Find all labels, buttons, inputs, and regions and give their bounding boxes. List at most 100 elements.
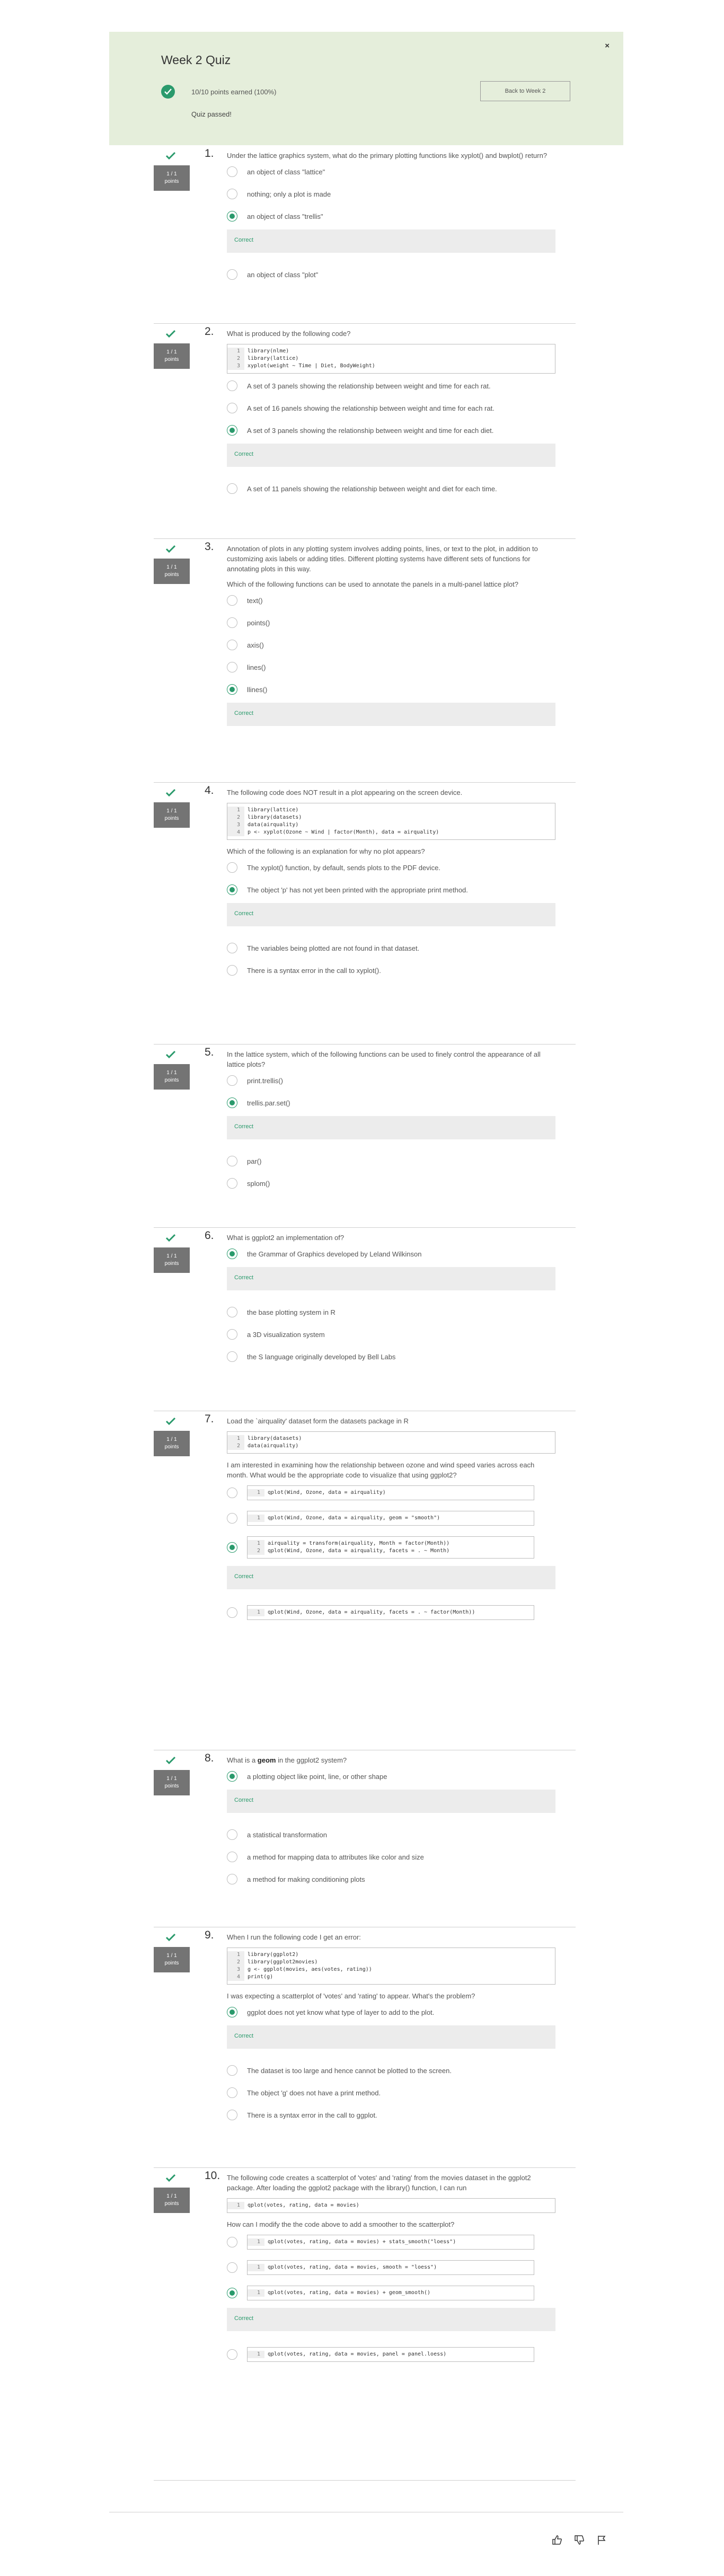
answer-option[interactable]: 1 qplot(Wind, Ozone, data = airquality, g… bbox=[227, 1511, 555, 1526]
answer-option[interactable]: The variables being plotted are not foun… bbox=[227, 942, 555, 954]
radio-button[interactable] bbox=[227, 595, 237, 606]
radio-button[interactable] bbox=[227, 483, 237, 494]
answer-option[interactable]: an object of class "lattice" bbox=[227, 166, 555, 178]
answer-option[interactable]: A set of 3 panels showing the relationsh… bbox=[227, 424, 555, 436]
radio-selected[interactable] bbox=[227, 211, 237, 222]
radio-button[interactable] bbox=[227, 1488, 237, 1498]
radio-button[interactable] bbox=[227, 189, 237, 199]
answer-option[interactable]: 1 qplot(votes, rating, data = movies, smo… bbox=[227, 2260, 555, 2275]
answer-option[interactable]: There is a syntax error in the call to x… bbox=[227, 964, 555, 976]
answer-option[interactable]: a statistical transformation bbox=[227, 1829, 555, 1840]
answer-option[interactable]: a 3D visualization system bbox=[227, 1329, 555, 1340]
radio-button[interactable] bbox=[227, 2087, 237, 2098]
answer-option[interactable]: the Grammar of Graphics developed by Lel… bbox=[227, 1248, 555, 1260]
radio-button[interactable] bbox=[227, 1852, 237, 1862]
radio-button[interactable] bbox=[227, 1075, 237, 1086]
radio-button[interactable] bbox=[227, 1513, 237, 1524]
answer-option[interactable]: The object 'p' has not yet been printed … bbox=[227, 884, 555, 896]
answer-option[interactable]: nothing; only a plot is made bbox=[227, 188, 555, 200]
radio-button[interactable] bbox=[227, 862, 237, 873]
answer-option[interactable]: a method for mapping data to attributes … bbox=[227, 1851, 555, 1863]
answer-option[interactable]: axis() bbox=[227, 639, 555, 651]
answer-option[interactable]: A set of 16 panels showing the relations… bbox=[227, 402, 555, 414]
answer-option[interactable]: points() bbox=[227, 617, 555, 628]
radio-button[interactable] bbox=[227, 403, 237, 413]
answer-option[interactable]: lines() bbox=[227, 661, 555, 673]
flag-icon[interactable] bbox=[596, 2534, 607, 2546]
code-block: 1 qplot(votes, rating, data = movies, pan… bbox=[247, 2347, 534, 2362]
radio-button[interactable] bbox=[227, 380, 237, 391]
radio-button[interactable] bbox=[227, 1156, 237, 1166]
radio-button[interactable] bbox=[227, 1829, 237, 1840]
radio-button[interactable] bbox=[227, 1874, 237, 1884]
answer-option[interactable]: The dataset is too large and hence canno… bbox=[227, 2065, 555, 2076]
answer-option[interactable]: 1 qplot(votes, rating, data = movies, pan… bbox=[227, 2347, 555, 2362]
answer-option[interactable]: The object 'g' does not have a print met… bbox=[227, 2087, 555, 2099]
radio-selected[interactable] bbox=[227, 884, 237, 895]
radio-button[interactable] bbox=[227, 2237, 237, 2247]
radio-button[interactable] bbox=[227, 269, 237, 280]
answer-option[interactable]: an object of class "plot" bbox=[227, 269, 555, 280]
option-label: a statistical transformation bbox=[247, 1830, 328, 1839]
code-text: qplot(votes, rating, data = movies) bbox=[248, 2202, 359, 2208]
radio-button[interactable] bbox=[227, 2349, 237, 2360]
answer-option[interactable]: There is a syntax error in the call to g… bbox=[227, 2109, 555, 2121]
radio-button[interactable] bbox=[227, 1351, 237, 1362]
radio-button[interactable] bbox=[227, 2110, 237, 2120]
radio-button[interactable] bbox=[227, 1178, 237, 1189]
radio-button[interactable] bbox=[227, 1307, 237, 1317]
code-text: qplot(Wind, Ozone, data = airquality, fa… bbox=[268, 1548, 450, 1554]
answer-option[interactable]: The xyplot() function, by default, sends… bbox=[227, 862, 555, 873]
radio-selected[interactable] bbox=[227, 2007, 237, 2017]
answer-option[interactable]: the S language originally developed by B… bbox=[227, 1351, 555, 1362]
answer-option[interactable]: 1 qplot(votes, rating, data = movies) + g… bbox=[227, 2286, 555, 2300]
points-badge: 1 / 1 points bbox=[154, 1247, 190, 1273]
check-icon bbox=[165, 330, 176, 341]
code-text: library(nlme) bbox=[248, 348, 289, 354]
radio-button[interactable] bbox=[227, 662, 237, 672]
radio-button[interactable] bbox=[227, 965, 237, 976]
answer-option[interactable]: a method for making conditioning plots bbox=[227, 1873, 555, 1885]
radio-button[interactable] bbox=[227, 1607, 237, 1618]
close-icon[interactable]: × bbox=[605, 41, 610, 50]
radio-button[interactable] bbox=[227, 617, 237, 628]
answer-option[interactable]: 1 qplot(Wind, Ozone, data = airquality, f… bbox=[227, 1605, 555, 1620]
radio-selected[interactable] bbox=[227, 1097, 237, 1108]
question-3: 1 / 1 points 3. Annotation of plots in any … bbox=[154, 538, 576, 783]
back-to-week-button[interactable]: Back to Week 2 bbox=[480, 81, 570, 101]
radio-selected[interactable] bbox=[227, 1249, 237, 1259]
radio-button[interactable] bbox=[227, 1329, 237, 1340]
radio-selected[interactable] bbox=[227, 425, 237, 436]
answer-option[interactable]: text() bbox=[227, 595, 555, 606]
radio-button[interactable] bbox=[227, 943, 237, 953]
radio-selected[interactable] bbox=[227, 684, 237, 695]
answer-option[interactable]: a plotting object like point, line, or o… bbox=[227, 1771, 555, 1782]
answer-option[interactable]: llines() bbox=[227, 684, 555, 695]
answer-option[interactable]: 1 qplot(votes, rating, data = movies) + s… bbox=[227, 2235, 555, 2250]
radio-selected[interactable] bbox=[227, 2288, 237, 2298]
answer-option[interactable]: A set of 11 panels showing the relations… bbox=[227, 483, 555, 494]
answer-option[interactable]: splom() bbox=[227, 1178, 555, 1189]
radio-button[interactable] bbox=[227, 640, 237, 650]
answer-option[interactable]: 1 qplot(Wind, Ozone, data = airquality) bbox=[227, 1485, 555, 1500]
answer-option[interactable]: print.trellis() bbox=[227, 1075, 555, 1086]
radio-button[interactable] bbox=[227, 2262, 237, 2273]
thumbs-down-icon[interactable] bbox=[573, 2534, 585, 2546]
answer-option[interactable]: par() bbox=[227, 1155, 555, 1167]
radio-selected[interactable] bbox=[227, 1771, 237, 1782]
question-number: 2. bbox=[205, 325, 214, 338]
answer-option[interactable]: 1 airquality = transform(airquality, Mont… bbox=[227, 1536, 555, 1559]
points-badge: 1 / 1 points bbox=[154, 1947, 190, 1972]
thumbs-up-icon[interactable] bbox=[551, 2534, 563, 2546]
radio-selected[interactable] bbox=[227, 1542, 237, 1553]
answer-option[interactable]: trellis.par.set() bbox=[227, 1097, 555, 1109]
correct-feedback: Correct bbox=[227, 2025, 555, 2049]
answer-option[interactable]: the base plotting system in R bbox=[227, 1306, 555, 1318]
answer-option[interactable]: ggplot does not yet know what type of la… bbox=[227, 2006, 555, 2018]
question-6: 1 / 1 points 6. What is ggplot2 an implemen… bbox=[154, 1227, 576, 1411]
radio-button[interactable] bbox=[227, 2065, 237, 2076]
answer-option[interactable]: A set of 3 panels showing the relationsh… bbox=[227, 380, 555, 392]
answer-option[interactable]: an object of class "trellis" bbox=[227, 210, 555, 222]
page-title: Week 2 Quiz bbox=[161, 53, 231, 67]
radio-button[interactable] bbox=[227, 166, 237, 177]
